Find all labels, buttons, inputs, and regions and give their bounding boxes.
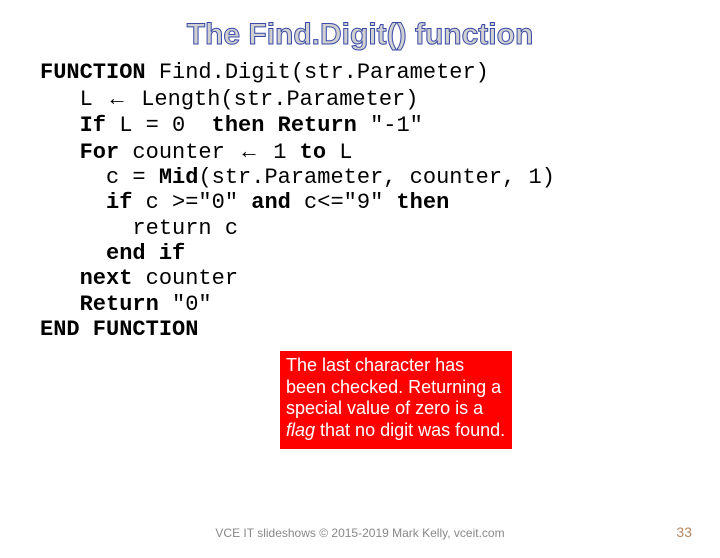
kw-then: then	[396, 190, 449, 215]
code-l3d: "-1"	[357, 113, 423, 138]
footer-text: VCE IT slideshows © 2015-2019 Mark Kelly…	[0, 526, 720, 540]
pseudocode-block: FUNCTION Find.Digit(str.Parameter) L ← L…	[40, 60, 680, 342]
code-l2a: L	[40, 87, 106, 112]
callout-text2: that no digit was found.	[315, 420, 505, 440]
code-l7: return c	[40, 216, 238, 241]
arrow-icon: ←	[238, 138, 260, 163]
kw-if: If	[40, 113, 106, 138]
kw-endfunction: END FUNCTION	[40, 317, 198, 342]
code-l2b: Length(str.Parameter)	[128, 87, 418, 112]
callout-text1: The last character has been checked. Ret…	[286, 355, 501, 418]
arrow-icon: ←	[106, 85, 128, 110]
kw-to: to	[300, 140, 326, 165]
code-l1b: Find.Digit(str.Parameter)	[146, 60, 489, 85]
kw-next: next	[40, 266, 132, 291]
kw-function: FUNCTION	[40, 60, 146, 85]
code-l6d: c<="9"	[291, 190, 397, 215]
kw-mid: Mid	[159, 165, 199, 190]
code-l6b: c >="0"	[132, 190, 251, 215]
code-l5a: c =	[40, 165, 159, 190]
callout-box: The last character has been checked. Ret…	[280, 351, 512, 449]
kw-endif: end if	[40, 241, 185, 266]
code-l3b: L = 0	[106, 113, 212, 138]
code-l4e: L	[326, 140, 352, 165]
kw-then-return: then Return	[212, 113, 357, 138]
kw-if2: if	[40, 190, 132, 215]
code-l5c: (str.Parameter, counter, 1)	[198, 165, 554, 190]
kw-for: For	[40, 140, 119, 165]
page-number: 33	[676, 524, 692, 540]
code-l4b: counter	[119, 140, 238, 165]
code-l10b: "0"	[159, 292, 212, 317]
callout-flag: flag	[286, 420, 315, 440]
slide: The Find.Digit() function FUNCTION Find.…	[0, 18, 720, 558]
slide-title: The Find.Digit() function	[0, 18, 720, 52]
code-l9b: counter	[132, 266, 238, 291]
code-l4c: 1	[260, 140, 300, 165]
kw-return: Return	[40, 292, 159, 317]
kw-and: and	[251, 190, 291, 215]
